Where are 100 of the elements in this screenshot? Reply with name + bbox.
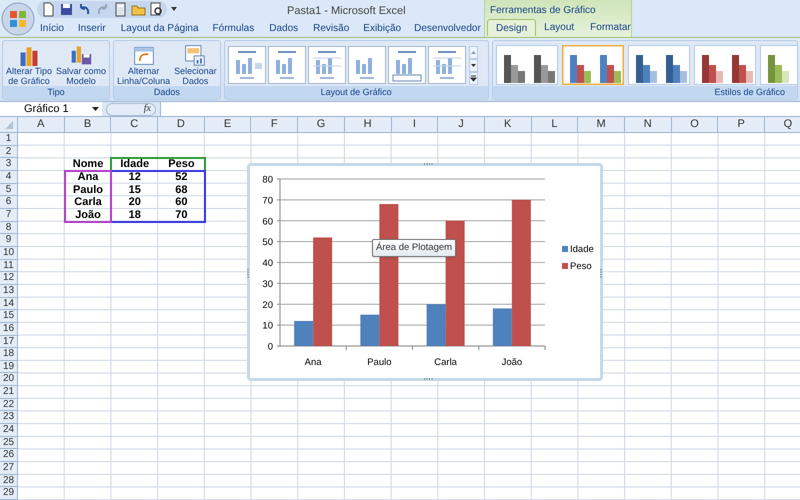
resize-handle-icon[interactable] <box>600 268 603 278</box>
undo-icon[interactable] <box>77 2 92 17</box>
row-header[interactable]: 6 <box>0 196 18 209</box>
column-header[interactable]: A <box>18 117 65 132</box>
ribbon-tab[interactable]: Revisão <box>306 20 356 37</box>
chart-style-thumbnail[interactable] <box>694 45 756 85</box>
ribbon-button[interactable]: Alternar Linha/Coluna <box>116 42 172 86</box>
row-header[interactable]: 11 <box>0 260 18 272</box>
column-header[interactable]: N <box>624 117 672 132</box>
y-tick-label: 80 <box>262 174 273 186</box>
row-header[interactable]: 15 <box>0 310 18 323</box>
name-box[interactable]: Gráfico 1 <box>0 102 102 116</box>
chart-style-thumbnail[interactable] <box>562 45 624 85</box>
new-document-icon[interactable] <box>41 2 56 17</box>
calculator-icon[interactable] <box>113 2 128 17</box>
ribbon-tab[interactable]: Desenvolvedor <box>408 20 487 37</box>
ribbon-tab[interactable]: Dados <box>261 20 306 37</box>
column-header[interactable]: B <box>64 117 112 132</box>
ribbon-tab[interactable]: Início <box>34 20 70 37</box>
table-cell-text: 18 <box>128 208 142 222</box>
print-preview-icon[interactable] <box>149 2 164 17</box>
column-header[interactable]: L <box>532 117 578 132</box>
chart-layout-thumbnail[interactable] <box>308 46 346 84</box>
row-header[interactable]: 24 <box>0 424 18 437</box>
row-header[interactable]: 7 <box>0 208 18 222</box>
row-header[interactable]: 1 <box>0 133 18 146</box>
row-header[interactable]: 12 <box>0 272 18 285</box>
column-header[interactable]: J <box>438 117 485 132</box>
row-header[interactable]: 18 <box>0 348 18 361</box>
chart-frame[interactable]: 0 10 20 30 40 50 60 70 80 Ana Paulo Carla João Idade Peso Área de Plotagem <box>247 163 603 381</box>
column-header[interactable]: G <box>298 117 345 132</box>
column-header[interactable]: P <box>718 117 765 132</box>
column-header[interactable]: H <box>344 117 392 132</box>
row-header[interactable]: 20 <box>0 373 18 386</box>
chart-style-thumbnail[interactable] <box>628 45 690 85</box>
chart-layout-thumbnail[interactable] <box>348 46 386 84</box>
column-header[interactable]: C <box>111 117 158 132</box>
chart-layout-thumbnail[interactable] <box>388 46 426 84</box>
column-header[interactable]: I <box>392 117 438 132</box>
chart-bar[interactable] <box>313 237 332 346</box>
ribbon-tab[interactable]: Fórmulas <box>206 20 262 37</box>
legend-label: Idade <box>570 244 594 255</box>
column-header[interactable]: E <box>204 117 252 132</box>
office-button-icon[interactable] <box>1 2 35 36</box>
row-header[interactable]: 16 <box>0 322 18 336</box>
table-cell-text: 68 <box>174 184 189 196</box>
chart-bar[interactable] <box>492 308 512 346</box>
row-header[interactable]: 8 <box>0 222 18 234</box>
row-header[interactable]: 17 <box>0 336 18 348</box>
resize-handle-icon[interactable] <box>423 378 433 381</box>
tooltip: Área de Plotagem <box>372 239 456 258</box>
y-tick-label: 10 <box>262 320 273 332</box>
column-header[interactable]: F <box>251 117 298 132</box>
row-header[interactable]: 22 <box>0 398 18 412</box>
scroll-down-icon[interactable] <box>468 59 478 72</box>
row-header[interactable]: 19 <box>0 360 18 374</box>
chart-layout-thumbnail[interactable] <box>228 46 266 84</box>
ribbon-button[interactable]: Salvar como Modelo <box>55 42 108 86</box>
table-chart-icon <box>184 44 206 66</box>
y-tick-label: 30 <box>262 278 273 290</box>
row-header[interactable]: 4 <box>0 170 18 184</box>
insert-function-button[interactable]: fx <box>144 104 151 114</box>
row-header[interactable]: 10 <box>0 246 18 260</box>
chart-bar[interactable] <box>360 314 380 346</box>
resize-handle-icon[interactable] <box>423 163 433 166</box>
ribbon-tab[interactable]: Inserir <box>70 20 114 37</box>
row-header[interactable]: 14 <box>0 298 18 310</box>
row-header[interactable]: 28 <box>0 474 18 488</box>
chart-layout-thumbnail[interactable] <box>268 46 306 84</box>
column-header[interactable]: M <box>578 117 625 132</box>
formula-input[interactable] <box>160 102 800 116</box>
ribbon-tab[interactable]: Exibição <box>356 20 408 37</box>
ribbon-tab[interactable]: Layout <box>536 19 582 36</box>
column-header[interactable]: Q <box>765 117 800 132</box>
chart-layout-thumbnail[interactable] <box>428 46 466 84</box>
resize-handle-icon[interactable] <box>247 268 250 278</box>
ribbon-button[interactable]: Selecionar Dados <box>173 42 218 86</box>
save-icon[interactable] <box>59 2 74 17</box>
row-header[interactable]: 29 <box>0 487 18 500</box>
row-header[interactable]: 23 <box>0 411 18 424</box>
chart-style-thumbnail[interactable] <box>496 45 558 85</box>
table-cell-text: 15 <box>128 184 142 196</box>
column-header[interactable]: K <box>484 117 532 132</box>
column-header[interactable]: O <box>672 117 718 132</box>
ribbon-tab[interactable]: Design <box>487 19 536 36</box>
row-header[interactable]: 13 <box>0 284 18 298</box>
column-header[interactable]: D <box>158 117 205 132</box>
row-header[interactable]: 2 <box>0 146 18 158</box>
row-header[interactable]: 21 <box>0 386 18 399</box>
more-icon[interactable] <box>468 72 478 85</box>
row-header[interactable]: 5 <box>0 184 18 196</box>
ribbon-tab[interactable]: Layout da Página <box>114 20 206 37</box>
ribbon-tab[interactable]: Formatar <box>582 19 639 36</box>
ribbon-button[interactable]: Alterar Tipo de Gráfico <box>5 42 54 86</box>
dropdown-caret-icon[interactable] <box>92 106 99 112</box>
row-header[interactable]: 27 <box>0 462 18 475</box>
row-header[interactable]: 25 <box>0 436 18 450</box>
row-header[interactable]: 3 <box>0 158 18 171</box>
row-header[interactable]: 9 <box>0 234 18 247</box>
row-header[interactable]: 26 <box>0 449 18 462</box>
